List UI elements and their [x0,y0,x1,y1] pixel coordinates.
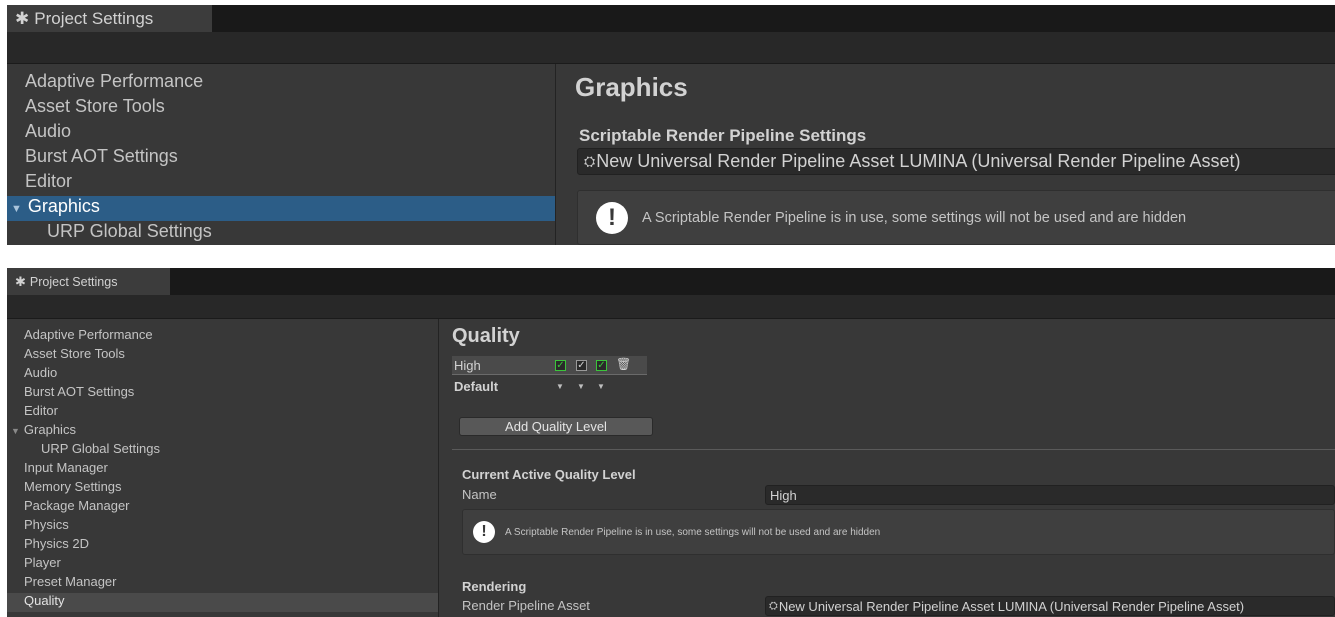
level-checkbox-3[interactable]: ✓ [596,360,607,371]
pipeline-asset-name: New Universal Render Pipeline Asset LUMI… [596,151,1241,171]
sidebar-item-package-manager[interactable]: Package Manager [7,498,438,517]
sidebar-item-label: Audio [24,365,58,380]
help-box: ! A Scriptable Render Pipeline is in use… [577,190,1335,245]
name-field[interactable]: High [765,485,1335,505]
sidebar-item-label: Asset Store Tools [24,346,125,361]
expand-triangle-icon[interactable]: ▼ [11,203,22,215]
sidebar-item-urp-global-settings[interactable]: URP Global Settings [7,441,438,460]
sidebar-item-label: Quality [24,593,65,608]
tab-bar: ✱ Project Settings [7,268,1335,295]
sidebar-item-adaptive-performance[interactable]: Adaptive Performance [7,327,438,346]
gear-icon: ✱ [15,273,26,289]
default-dropdown-1-icon[interactable]: ▼ [556,382,564,391]
add-quality-level-button[interactable]: Add Quality Level [459,417,653,436]
rendering-section-title: Rendering [462,579,527,594]
sidebar-item-preset-manager[interactable]: Preset Manager [7,574,438,593]
sidebar: Adaptive Performance Asset Store Tools A… [7,319,439,617]
tab-project-settings[interactable]: ✱ Project Settings [7,5,212,32]
sidebar-item-editor[interactable]: Editor [7,171,555,196]
level-checkbox-1[interactable]: ✓ [555,360,566,371]
sidebar-item-graphics[interactable]: ▼ Graphics [7,196,555,221]
current-level-section-title: Current Active Quality Level [462,467,636,482]
sidebar-item-adaptive-performance[interactable]: Adaptive Performance [7,71,555,96]
sidebar-item-label: URP Global Settings [47,221,212,241]
tab-title: Project Settings [34,8,154,28]
quality-levels-table: High ✓ ✓ ✓ 🗑 Default ▼ ▼ ▼ [452,356,647,396]
name-label: Name [462,487,497,502]
sidebar-item-label: Package Manager [24,498,130,513]
sidebar-item-urp-global-settings[interactable]: URP Global Settings [7,221,555,245]
tab-title: Project Settings [29,274,118,289]
render-pipeline-asset-field[interactable]: ⛭ New Universal Render Pipeline Asset LU… [765,596,1335,616]
trash-icon[interactable]: 🗑 [616,357,631,371]
default-row: Default ▼ ▼ ▼ [452,377,647,396]
sidebar-item-quality[interactable]: Quality [7,593,438,612]
sidebar-item-burst-aot-settings[interactable]: Burst AOT Settings [7,384,438,403]
section-title: Scriptable Render Pipeline Settings [579,126,867,145]
default-dropdown-2-icon[interactable]: ▼ [577,382,585,391]
sidebar-item-label: Graphics [23,422,76,437]
sidebar-item-label: Audio [25,121,72,141]
toolbar [7,32,1335,63]
quality-level-row-high[interactable]: High ✓ ✓ ✓ 🗑 [452,356,647,375]
sidebar-item-audio[interactable]: Audio [7,365,438,384]
toolbar [7,295,1335,318]
sidebar-item-asset-store-tools[interactable]: Asset Store Tools [7,346,438,365]
sidebar-item-editor[interactable]: Editor [7,403,438,422]
content-pane: Quality High ✓ ✓ ✓ 🗑 Default ▼ ▼ ▼ Add Q… [440,319,1335,617]
gear-icon: ✱ [15,8,30,28]
sidebar-item-label: Editor [24,403,58,418]
sidebar-item-label: Preset Manager [24,574,117,589]
sidebar-item-player[interactable]: Player [7,555,438,574]
sidebar-item-label: URP Global Settings [41,441,160,456]
sidebar-item-label: Input Manager [24,460,108,475]
sidebar-item-label: Player [24,555,61,570]
render-pipeline-asset-field[interactable]: ⛭ New Universal Render Pipeline Asset LU… [577,148,1335,175]
sidebar-item-label: Burst AOT Settings [24,384,135,399]
tab-bar: ✱ Project Settings [7,5,1335,32]
quality-level-name: High [454,358,481,373]
content-pane: Graphics Scriptable Render Pipeline Sett… [557,64,1335,245]
project-settings-window: ✱ Project Settings Adaptive Performance … [7,268,1335,617]
sidebar-item-label: Memory Settings [24,479,122,494]
pipeline-asset-name: New Universal Render Pipeline Asset LUMI… [778,598,1245,614]
level-checkbox-2[interactable]: ✓ [576,360,587,371]
sidebar: Adaptive Performance Asset Store Tools A… [7,64,556,245]
sidebar-item-label: Adaptive Performance [24,327,153,342]
sidebar-item-burst-aot-settings[interactable]: Burst AOT Settings [7,146,555,171]
sidebar-item-input-manager[interactable]: Input Manager [7,460,438,479]
sidebar-item-label: Editor [25,171,73,191]
sidebar-item-label: Burst AOT Settings [25,146,178,166]
pipeline-asset-icon: ⛭ [584,153,596,169]
sidebar-item-label: Adaptive Performance [25,71,204,91]
help-box: ! A Scriptable Render Pipeline is in use… [462,509,1335,555]
default-dropdown-3-icon[interactable]: ▼ [597,382,605,391]
page-title: Quality [452,325,520,347]
warning-icon: ! [473,521,495,543]
help-text: A Scriptable Render Pipeline is in use, … [505,526,881,538]
tab-project-settings[interactable]: ✱ Project Settings [7,268,170,295]
warning-icon: ! [596,201,628,234]
page-title: Graphics [575,72,688,102]
project-settings-window-zoomed: ✱ Project Settings Adaptive Performance … [7,5,1335,245]
default-label: Default [454,379,499,394]
help-text: A Scriptable Render Pipeline is in use, … [642,209,1187,226]
sidebar-item-graphics[interactable]: ▼ Graphics [7,422,438,441]
render-pipeline-asset-label: Render Pipeline Asset [462,598,590,613]
sidebar-item-asset-store-tools[interactable]: Asset Store Tools [7,96,555,121]
sidebar-item-physics[interactable]: Physics [7,517,438,536]
sidebar-item-physics-2d[interactable]: Physics 2D [7,536,438,555]
sidebar-item-label: Physics [24,517,69,532]
sidebar-item-label: Graphics [27,196,100,216]
expand-triangle-icon[interactable]: ▼ [11,426,20,436]
sidebar-item-label: Physics 2D [24,536,90,551]
sidebar-item-label: Asset Store Tools [25,96,165,116]
pipeline-asset-icon: ⛭ [769,599,778,612]
sidebar-item-audio[interactable]: Audio [7,121,555,146]
sidebar-item-memory-settings[interactable]: Memory Settings [7,479,438,498]
